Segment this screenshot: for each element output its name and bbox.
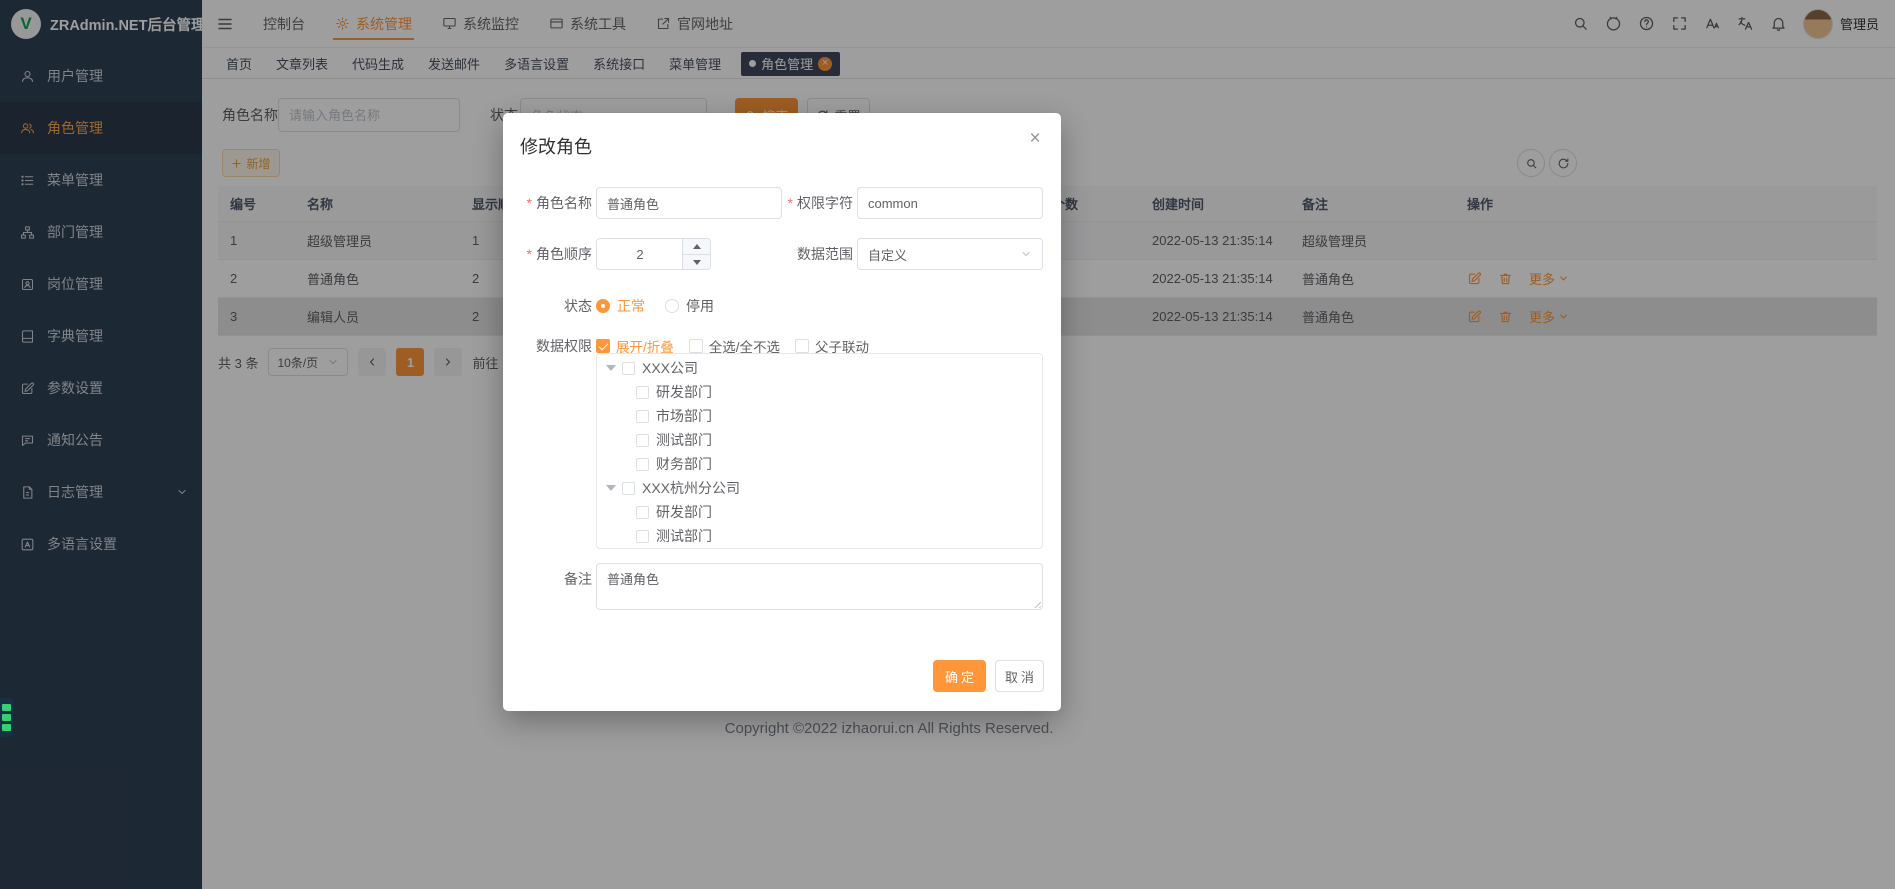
tree-node-label: 研发部门 xyxy=(656,382,712,402)
checkbox-icon xyxy=(689,339,703,353)
tree-node[interactable]: 测试部门 xyxy=(597,428,1042,452)
tree-node[interactable]: 市场部门 xyxy=(597,404,1042,428)
browser-extension-badge xyxy=(0,698,13,737)
tree-node-label: 财务部门 xyxy=(656,454,712,474)
confirm-button[interactable]: 确定 xyxy=(933,660,986,692)
chevron-up-icon xyxy=(693,244,701,249)
tree-checkbox[interactable] xyxy=(636,434,649,447)
required-mark: * xyxy=(527,195,532,211)
tree-checkbox[interactable] xyxy=(636,458,649,471)
tree-node-label: XXX公司 xyxy=(642,358,698,378)
tree-node-label: 研发部门 xyxy=(656,502,712,522)
tree-checkbox[interactable] xyxy=(636,506,649,519)
radio-normal[interactable]: 正常 xyxy=(596,296,645,316)
badge-bar xyxy=(2,704,11,711)
role-order-stepper xyxy=(596,238,711,270)
tree-node[interactable]: 测试部门 xyxy=(597,524,1042,548)
tree-checkbox[interactable] xyxy=(622,482,635,495)
edit-role-dialog: 修改角色 × *角色名称 *权限字符 *角色顺序 数据范围 自定义 状态 正常 … xyxy=(503,113,1061,711)
status-label: 状态 xyxy=(503,290,592,322)
remark-textarea[interactable]: 普通角色 xyxy=(596,563,1043,610)
tree-node[interactable]: XXX杭州分公司 xyxy=(597,476,1042,500)
badge-bar xyxy=(2,714,11,721)
radio-label: 正常 xyxy=(617,296,645,316)
status-radio-group: 正常 停用 xyxy=(596,290,714,322)
stepper-controls xyxy=(682,239,710,269)
tree-checkbox[interactable] xyxy=(636,530,649,543)
badge-bar xyxy=(2,724,11,731)
permission-tree: XXX公司 研发部门 市场部门 测试部门 财务部门 XXX杭州分公司 研发部门 xyxy=(596,353,1043,549)
tree-checkbox[interactable] xyxy=(636,386,649,399)
tree-checkbox[interactable] xyxy=(636,410,649,423)
radio-label: 停用 xyxy=(686,296,714,316)
required-mark: * xyxy=(788,195,793,211)
tree-node[interactable]: XXX公司 xyxy=(597,356,1042,380)
role-name-input[interactable] xyxy=(596,187,782,219)
cancel-button[interactable]: 取消 xyxy=(995,660,1044,692)
tree-node[interactable]: 研发部门 xyxy=(597,500,1042,524)
remark-textarea-wrap: 普通角色 xyxy=(596,563,1043,610)
close-icon[interactable]: × xyxy=(1024,128,1046,150)
radio-icon xyxy=(665,299,679,313)
radio-icon xyxy=(596,299,610,313)
role-order-input[interactable] xyxy=(597,239,683,269)
increase-button[interactable] xyxy=(683,239,710,254)
data-scope-select[interactable]: 自定义 xyxy=(857,238,1043,270)
role-name-label: *角色名称 xyxy=(503,187,592,219)
tree-node-label: 测试部门 xyxy=(656,526,712,546)
checkbox-icon xyxy=(795,339,809,353)
tree-node-label: 市场部门 xyxy=(656,406,712,426)
data-permission-label: 数据权限 xyxy=(503,330,592,362)
checkbox-icon xyxy=(596,339,610,353)
tree-node-label: XXX杭州分公司 xyxy=(642,478,740,498)
tree-checkbox[interactable] xyxy=(622,362,635,375)
data-scope-value: 自定义 xyxy=(868,245,907,264)
tree-node[interactable]: 财务部门 xyxy=(597,452,1042,476)
caret-down-icon[interactable] xyxy=(606,365,616,371)
chevron-down-icon xyxy=(1020,248,1032,260)
decrease-button[interactable] xyxy=(683,254,710,269)
caret-down-icon[interactable] xyxy=(606,485,616,491)
remark-label: 备注 xyxy=(503,563,592,595)
dialog-title: 修改角色 xyxy=(520,133,592,159)
tree-node-label: 测试部门 xyxy=(656,430,712,450)
permission-char-input[interactable] xyxy=(857,187,1043,219)
required-mark: * xyxy=(527,246,532,262)
permission-char-label: *权限字符 xyxy=(764,187,853,219)
radio-disabled[interactable]: 停用 xyxy=(665,296,714,316)
data-scope-label: 数据范围 xyxy=(764,238,853,270)
role-order-label: *角色顺序 xyxy=(503,238,592,270)
chevron-down-icon xyxy=(693,260,701,265)
tree-node[interactable]: 研发部门 xyxy=(597,380,1042,404)
